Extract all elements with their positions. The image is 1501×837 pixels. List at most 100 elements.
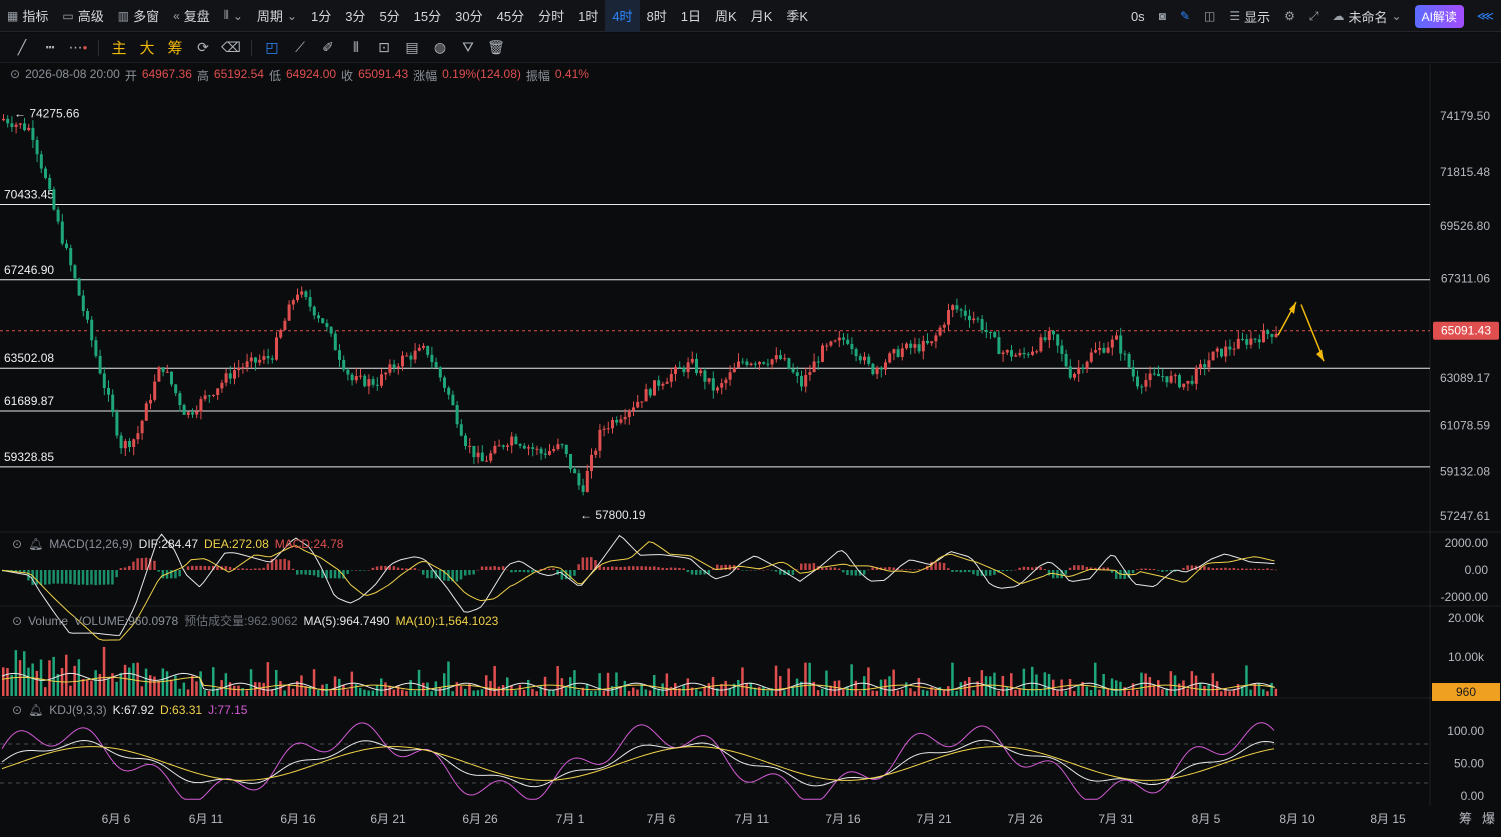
chart-canvas[interactable]: 74179.50 71815.48 69526.80 67311.06 65091.43…	[0, 64, 1501, 806]
volume-bar	[1005, 687, 1009, 696]
volume-bar	[762, 686, 765, 696]
date-tick: 7月 1	[555, 812, 585, 826]
volume-bar	[980, 670, 984, 696]
candle-body	[371, 379, 375, 385]
eye-icon[interactable]: ⊙	[12, 537, 22, 551]
ruler-tool-icon[interactable]: ┅	[36, 33, 64, 63]
advanced-button[interactable]: ▭ 高级	[55, 0, 110, 32]
volume-bar	[632, 687, 635, 696]
lock-icon[interactable]: ⊡	[370, 33, 398, 63]
multi-window-button[interactable]: ▥ 多窗	[111, 0, 166, 32]
kdj-axis-tick: 50.00	[1454, 757, 1484, 771]
timeframe-2[interactable]: 5分	[372, 0, 406, 32]
chart-type-button[interactable]: ⫴ ⌄	[217, 0, 250, 32]
chevron-down-icon: ⌄	[1391, 9, 1402, 23]
timeframe-12[interactable]: 月K	[744, 0, 780, 32]
candle-body	[476, 452, 480, 458]
macd-bar	[774, 570, 778, 572]
liquidation-toggle[interactable]: 爆	[1482, 808, 1495, 827]
date-tick: 7月 31	[1098, 812, 1134, 826]
macd-bar	[1052, 570, 1055, 579]
macd-bar	[942, 562, 946, 570]
eye-icon[interactable]: ⊙	[12, 614, 22, 628]
candle-body	[52, 189, 56, 210]
candle-body	[1043, 337, 1047, 341]
ai-interpret-button[interactable]: AI解读	[1414, 4, 1464, 28]
bookmark-tool-icon[interactable]: ◰	[258, 33, 286, 63]
volume-bar	[921, 689, 925, 696]
candle-body	[573, 469, 577, 474]
measure-tool-icon[interactable]: ⟋	[286, 33, 314, 63]
volume-bar	[23, 651, 26, 696]
more-tools-icon[interactable]: ⋯ ●	[64, 33, 92, 63]
candle-body	[308, 297, 312, 307]
large-order-toggle[interactable]: 大	[133, 33, 161, 63]
price-axis-tick: 74179.50	[1440, 109, 1490, 123]
eraser-icon[interactable]: ⌫	[217, 33, 245, 63]
draw-toggle-button[interactable]: ✎	[1173, 0, 1197, 32]
volume-bar	[926, 690, 929, 696]
volume-bar	[766, 690, 769, 696]
macd-bar	[560, 570, 564, 580]
eye-icon[interactable]: ⊙	[12, 703, 22, 717]
timeframe-7[interactable]: 1时	[571, 0, 605, 32]
volume-bar	[354, 684, 358, 696]
candle-body	[1148, 373, 1152, 381]
filter-icon[interactable]: ⛛	[454, 33, 482, 63]
chart-settings-button[interactable]: ◫	[1197, 0, 1222, 32]
camera-button[interactable]: ◙	[1152, 0, 1173, 32]
period-button[interactable]: 周期 ⌄	[250, 0, 304, 32]
chips-bottom-toggle[interactable]: 筹	[1459, 808, 1472, 827]
main-chart-toggle[interactable]: 主	[105, 33, 133, 63]
date-tick: 6月 11	[188, 812, 224, 826]
note-tool-icon[interactable]: ▤	[398, 33, 426, 63]
timeframe-4[interactable]: 30分	[448, 0, 489, 32]
macd-bar	[1274, 569, 1278, 571]
timeframe-9[interactable]: 8时	[640, 0, 674, 32]
timeframe-13[interactable]: 季K	[779, 0, 815, 32]
candle-body	[640, 401, 644, 403]
timeframe-6[interactable]: 分时	[531, 0, 571, 32]
replay-button[interactable]: «复盘	[166, 0, 217, 32]
line-tool-icon[interactable]: ╱	[8, 33, 36, 63]
price-axis-tick: 67311.06	[1441, 271, 1490, 285]
volume-bar	[31, 663, 34, 696]
share-button[interactable]: ⋘	[1470, 0, 1501, 32]
volume-bar	[1073, 691, 1076, 696]
timeframe-0[interactable]: 1分	[304, 0, 338, 32]
bell-icon[interactable]: 🔔︎	[28, 537, 43, 551]
macd-bar	[1085, 566, 1089, 570]
sync-icon[interactable]: ⟳	[189, 33, 217, 63]
fullscreen-button[interactable]: ⤢	[1302, 0, 1326, 32]
brush-tool-icon[interactable]: ✐	[314, 33, 342, 63]
indicators-button[interactable]: ▦ 指标	[0, 0, 55, 32]
layout-select[interactable]: ☁ 未命名 ⌄	[1326, 0, 1409, 32]
timeframe-11[interactable]: 周K	[708, 0, 744, 32]
magnet-icon[interactable]: ◍	[426, 33, 454, 63]
macd-bar	[241, 568, 244, 570]
pattern-tool-icon[interactable]: ⫴	[342, 33, 370, 63]
camera-icon: ◙	[1158, 9, 1166, 23]
candle-body	[1056, 334, 1060, 346]
candle-body	[1165, 376, 1169, 383]
chips-toggle[interactable]: 筹	[161, 33, 189, 63]
macd-bar	[871, 567, 874, 570]
macd-bar	[35, 570, 39, 585]
timeframe-8[interactable]: 4时	[605, 0, 640, 32]
volume-bar	[333, 676, 337, 696]
settings-button[interactable]: ⚙	[1277, 0, 1302, 32]
candle-body	[56, 209, 60, 222]
volume-bar	[552, 690, 555, 696]
volume-bar	[514, 690, 517, 696]
bell-icon[interactable]: 🔔︎	[28, 703, 43, 717]
trash-icon[interactable]: 🗑	[482, 33, 510, 63]
macd-bar	[422, 570, 425, 575]
display-button[interactable]: ☰ 显示	[1222, 0, 1277, 32]
timeframe-5[interactable]: 45分	[490, 0, 531, 32]
kdj-k: K:67.92	[112, 703, 155, 717]
timeframe-1[interactable]: 3分	[338, 0, 372, 32]
candle-body	[86, 311, 89, 320]
timeframe-3[interactable]: 15分	[407, 0, 448, 32]
volume-current-label: 960	[1456, 685, 1476, 699]
timeframe-10[interactable]: 1日	[674, 0, 708, 32]
